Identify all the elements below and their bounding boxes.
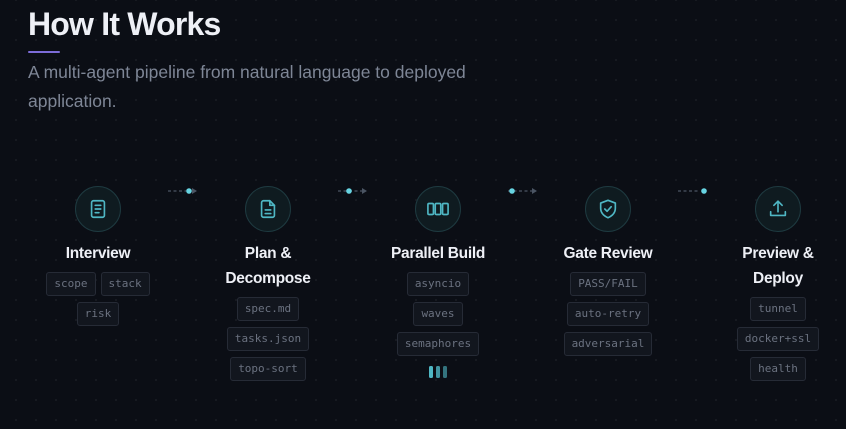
pipeline-step-parallel-build: Parallel Build asyncio waves semaphores — [363, 186, 513, 378]
step-tags: asyncio waves semaphores — [363, 272, 513, 356]
upload-icon — [755, 186, 801, 232]
tag-stack: stack — [100, 272, 150, 296]
tag-topo-sort: topo-sort — [230, 357, 306, 381]
tag-auto-retry: auto-retry — [566, 302, 650, 326]
pipeline-step-plan-decompose: Plan & Decompose spec.md tasks.json topo… — [193, 186, 343, 381]
tag-semaphores: semaphores — [396, 332, 480, 356]
step-title: Preview & Deploy — [742, 245, 814, 287]
columns-icon — [415, 186, 461, 232]
build-activity-indicator — [429, 366, 447, 378]
step-title: Parallel Build — [391, 245, 485, 262]
step-tags: PASS/FAIL auto-retry adversarial — [533, 272, 683, 356]
document-icon — [75, 186, 121, 232]
tag-scope: scope — [46, 272, 96, 296]
tag-docker-ssl: docker+ssl — [736, 327, 820, 351]
file-list-icon — [245, 186, 291, 232]
step-tags: scope stack risk — [23, 272, 173, 326]
step-title: Interview — [65, 245, 131, 262]
pipeline-step-interview: Interview scope stack risk — [23, 186, 173, 326]
title-accent-underline — [28, 51, 60, 53]
pipeline-step-gate-review: Gate Review PASS/FAIL auto-retry adversa… — [533, 186, 683, 356]
step-tags: tunnel docker+ssl health — [703, 297, 846, 381]
tag-pass-fail: PASS/FAIL — [570, 272, 646, 296]
pipeline-step-preview-deploy: Preview & Deploy tunnel docker+ssl healt… — [703, 186, 846, 381]
tag-risk: risk — [76, 302, 120, 326]
tag-waves: waves — [413, 302, 463, 326]
shield-check-icon — [585, 186, 631, 232]
tag-asyncio: asyncio — [406, 272, 470, 296]
tag-tasks-json: tasks.json — [226, 327, 310, 351]
section-subtitle: A multi-agent pipeline from natural lang… — [28, 62, 466, 111]
section-title: How It Works — [28, 6, 221, 42]
step-title: Plan & Decompose — [225, 245, 311, 287]
tag-tunnel: tunnel — [750, 297, 806, 321]
tag-adversarial: adversarial — [563, 332, 653, 356]
tag-health: health — [750, 357, 806, 381]
pipeline-flow: Interview scope stack risk Plan & Decomp… — [0, 186, 846, 416]
tag-spec-md: spec.md — [236, 297, 300, 321]
step-tags: spec.md tasks.json topo-sort — [193, 297, 343, 381]
step-title: Gate Review — [563, 245, 653, 262]
